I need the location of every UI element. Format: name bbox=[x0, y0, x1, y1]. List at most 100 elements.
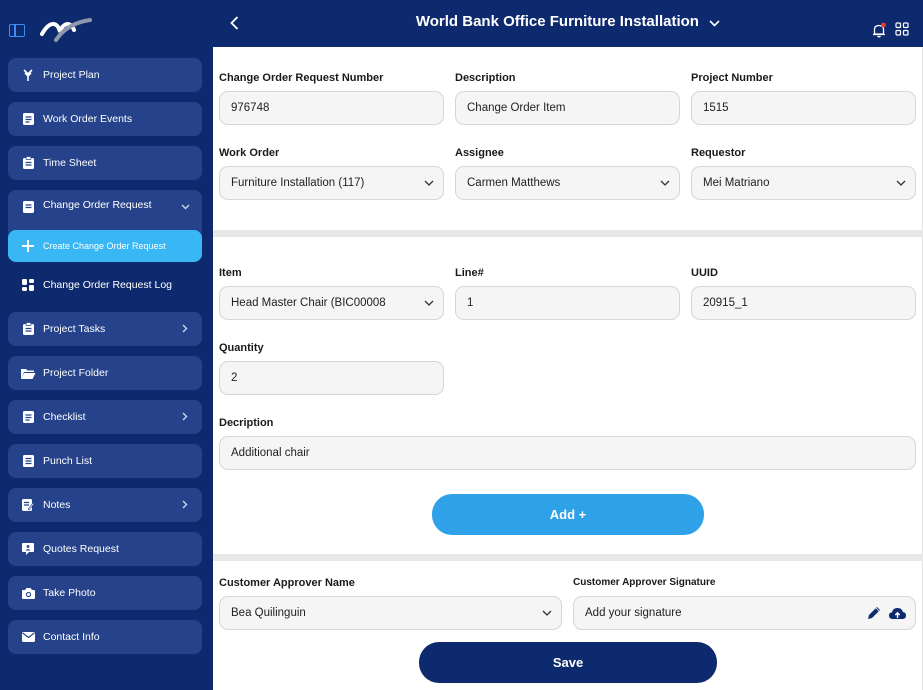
sidebar-item-label: Project Tasks bbox=[43, 323, 106, 335]
work-order-label: Work Order bbox=[219, 147, 280, 159]
mail-icon bbox=[20, 629, 36, 645]
sidebar-item-label: Punch List bbox=[43, 455, 93, 467]
signature-actions bbox=[860, 605, 907, 621]
camera-icon bbox=[20, 585, 36, 601]
apps-grid-icon[interactable] bbox=[895, 22, 911, 38]
sidebar-item-take-photo[interactable]: Take Photo bbox=[8, 576, 202, 610]
approver-signature-field[interactable]: Add your signature bbox=[573, 596, 916, 630]
sidebar-item-label: Project Folder bbox=[43, 367, 109, 379]
sidebar-toggle-icon[interactable] bbox=[9, 24, 25, 37]
line-number-field[interactable]: 1 bbox=[455, 286, 680, 320]
company-logo bbox=[40, 18, 92, 42]
chevron-right-icon bbox=[178, 410, 192, 424]
field-value: Mei Matriano bbox=[703, 177, 770, 189]
field-value: Carmen Matthews bbox=[467, 177, 561, 189]
notes-icon bbox=[20, 497, 36, 513]
sidebar-top bbox=[0, 0, 213, 58]
sidebar-item-project-tasks[interactable]: Project Tasks bbox=[8, 312, 202, 346]
assignee-select[interactable]: Carmen Matthews bbox=[455, 166, 680, 200]
sidebar-item-label: Quotes Request bbox=[43, 543, 119, 555]
chevron-down-icon bbox=[178, 199, 192, 213]
chevron-down-icon bbox=[709, 14, 720, 31]
time-sheet-icon bbox=[20, 155, 36, 171]
sidebar-item-notes[interactable]: Notes bbox=[8, 488, 202, 522]
project-number-field[interactable]: 1515 bbox=[691, 91, 916, 125]
uuid-field[interactable]: 20915_1 bbox=[691, 286, 916, 320]
tasks-icon bbox=[20, 321, 36, 337]
approver-name-select[interactable]: Bea Quilinguin bbox=[219, 596, 562, 630]
save-button[interactable]: Save bbox=[419, 642, 717, 683]
work-order-select[interactable]: Furniture Installation (117) bbox=[219, 166, 444, 200]
field-value: 1515 bbox=[703, 102, 729, 114]
sidebar-item-create-change-order-request[interactable]: Create Change Order Request bbox=[8, 230, 202, 262]
top-header: World Bank Office Furniture Installation bbox=[213, 0, 923, 47]
field-value: Furniture Installation (117) bbox=[231, 177, 365, 189]
chevron-down-icon bbox=[895, 180, 907, 186]
sidebar-item-project-plan[interactable]: Project Plan bbox=[8, 58, 202, 92]
assignee-label: Assignee bbox=[455, 147, 504, 159]
chevron-down-icon bbox=[423, 180, 435, 186]
sidebar-item-checklist[interactable]: Checklist bbox=[8, 400, 202, 434]
field-value: 1 bbox=[467, 297, 474, 309]
signature-placeholder: Add your signature bbox=[585, 607, 682, 619]
chevron-right-icon bbox=[178, 322, 192, 336]
item-label: Item bbox=[219, 267, 242, 279]
field-value: 20915_1 bbox=[703, 297, 748, 309]
sidebar-item-work-order-events[interactable]: Work Order Events bbox=[8, 102, 202, 136]
quantity-label: Quantity bbox=[219, 342, 264, 354]
field-value: 2 bbox=[231, 372, 238, 384]
sidebar-item-label: Change Order Request bbox=[43, 199, 152, 211]
chevron-down-icon bbox=[541, 610, 553, 616]
sidebar-item-label: Project Plan bbox=[43, 69, 100, 81]
description-field[interactable]: Change Order Item bbox=[455, 91, 680, 125]
sidebar-item-label: Work Order Events bbox=[43, 113, 133, 125]
sidebar-item-label: Checklist bbox=[43, 411, 86, 423]
sidebar-item-contact-info[interactable]: Contact Info bbox=[8, 620, 202, 654]
sidebar-item-label: Time Sheet bbox=[43, 157, 97, 169]
page-title[interactable]: World Bank Office Furniture Installation bbox=[213, 13, 923, 31]
line-number-label: Line# bbox=[455, 267, 484, 279]
change-order-icon bbox=[20, 199, 36, 215]
change-order-form: Change Order Request Number 976748 Descr… bbox=[213, 47, 923, 690]
log-grid-icon bbox=[20, 277, 36, 293]
sidebar-item-quotes-request[interactable]: Quotes Request bbox=[8, 532, 202, 566]
quotes-icon bbox=[20, 541, 36, 557]
chevron-right-icon bbox=[178, 498, 192, 512]
sidebar-item-change-order-request-log[interactable]: Change Order Request Log bbox=[8, 268, 202, 302]
sidebar-item-label: Change Order Request Log bbox=[43, 279, 172, 291]
approver-signature-label: Customer Approver Signature bbox=[573, 577, 716, 588]
work-order-icon bbox=[20, 111, 36, 127]
section-divider bbox=[213, 230, 923, 237]
sidebar-item-project-folder[interactable]: Project Folder bbox=[8, 356, 202, 390]
project-plan-icon bbox=[20, 67, 36, 83]
pencil-icon[interactable] bbox=[866, 605, 882, 621]
cloud-upload-icon[interactable] bbox=[888, 606, 907, 621]
change-order-number-field[interactable]: 976748 bbox=[219, 91, 444, 125]
chevron-down-icon bbox=[659, 180, 671, 186]
sidebar-item-label: Create Change Order Request bbox=[43, 241, 166, 251]
field-value: 976748 bbox=[231, 102, 270, 114]
field-value: Head Master Chair (BIC00008 bbox=[231, 297, 386, 309]
description-label: Description bbox=[455, 72, 516, 84]
chevron-down-icon bbox=[423, 300, 435, 306]
checklist-icon bbox=[20, 409, 36, 425]
quantity-field[interactable]: 2 bbox=[219, 361, 444, 395]
requestor-label: Requestor bbox=[691, 147, 746, 159]
item-description-field[interactable]: Additional chair bbox=[219, 436, 916, 470]
requestor-select[interactable]: Mei Matriano bbox=[691, 166, 916, 200]
add-item-button[interactable]: Add + bbox=[432, 494, 704, 535]
item-select[interactable]: Head Master Chair (BIC00008 bbox=[219, 286, 444, 320]
item-description-label: Decription bbox=[219, 417, 274, 429]
sidebar-item-time-sheet[interactable]: Time Sheet bbox=[8, 146, 202, 180]
notification-bell-icon[interactable] bbox=[871, 22, 887, 38]
section-divider bbox=[213, 554, 923, 561]
folder-icon bbox=[20, 365, 36, 381]
sidebar: Project Plan Work Order Events Time Shee… bbox=[0, 0, 213, 690]
sidebar-item-label: Take Photo bbox=[43, 587, 96, 599]
field-value: Change Order Item bbox=[467, 102, 566, 114]
uuid-label: UUID bbox=[691, 267, 718, 279]
field-value: Bea Quilinguin bbox=[231, 607, 306, 619]
project-number-label: Project Number bbox=[691, 72, 773, 84]
page-title-text: World Bank Office Furniture Installation bbox=[415, 13, 699, 30]
sidebar-item-punch-list[interactable]: Punch List bbox=[8, 444, 202, 478]
